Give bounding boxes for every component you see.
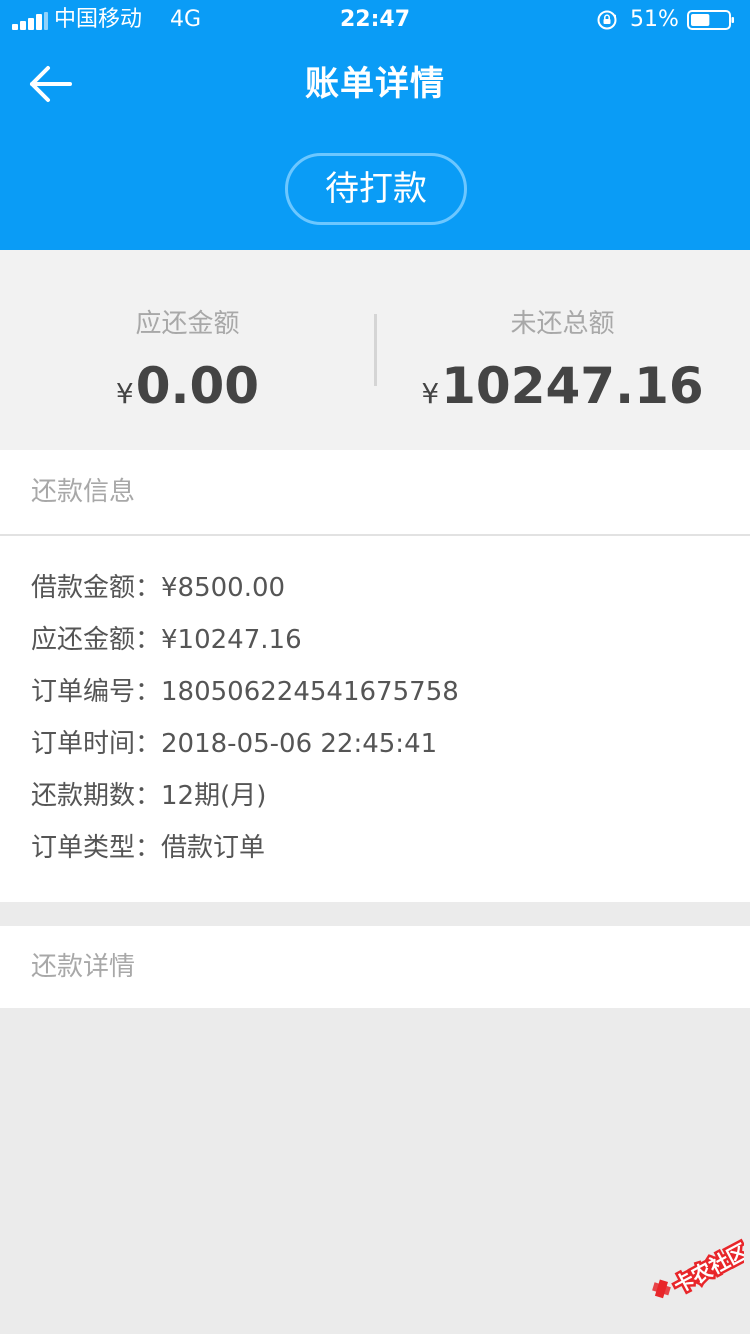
info-label: 借款金额： bbox=[31, 573, 162, 603]
battery-icon bbox=[687, 10, 734, 30]
amount-outstanding-number: 10247.16 bbox=[441, 357, 704, 415]
info-value: ¥8500.00 bbox=[161, 573, 286, 603]
info-row-order-time: 订单时间：2018-05-06 22:45:41 bbox=[31, 718, 721, 770]
amount-outstanding-value: ¥10247.16 bbox=[375, 354, 750, 430]
info-label: 订单类型： bbox=[31, 833, 162, 863]
section-title: 还款详情 bbox=[31, 952, 136, 982]
amount-due-label: 应还金额 bbox=[135, 309, 240, 339]
info-value: 12期(月) bbox=[161, 781, 267, 811]
watermark-logo: 卡农社区 bbox=[652, 1238, 744, 1300]
amount-due: 应还金额 ¥0.00 bbox=[0, 250, 375, 450]
repayment-info-header: 还款信息 bbox=[0, 450, 750, 536]
watermark-mark-icon bbox=[652, 1279, 671, 1299]
currency-symbol: ¥ bbox=[421, 377, 440, 410]
back-button[interactable] bbox=[22, 58, 82, 110]
nav-bar: 账单详情 bbox=[0, 40, 750, 128]
info-value: ¥10247.16 bbox=[161, 625, 302, 655]
info-row-installments: 还款期数：12期(月) bbox=[31, 770, 721, 822]
rotation-lock-icon bbox=[597, 10, 617, 30]
info-value: 180506224541675758 bbox=[161, 677, 459, 707]
amount-due-value: ¥0.00 bbox=[0, 354, 375, 430]
amount-outstanding-label: 未还总额 bbox=[510, 309, 615, 339]
arrow-left-icon bbox=[30, 66, 72, 102]
info-label: 订单时间： bbox=[31, 729, 162, 759]
info-label: 应还金额： bbox=[31, 625, 162, 655]
repayment-info-list: 借款金额：¥8500.00 应还金额：¥10247.16 订单编号：180506… bbox=[31, 562, 721, 874]
info-row-order-type: 订单类型：借款订单 bbox=[31, 822, 721, 874]
currency-symbol: ¥ bbox=[115, 377, 134, 410]
section-title: 还款信息 bbox=[31, 477, 136, 507]
header: 中国移动 4G 22:47 51% 账单详情 待打款 bbox=[0, 0, 750, 250]
battery-percentage: 51% bbox=[630, 7, 679, 32]
info-label: 还款期数： bbox=[31, 781, 162, 811]
info-label: 订单编号： bbox=[31, 677, 162, 707]
status-bar: 中国移动 4G 22:47 51% bbox=[0, 0, 750, 40]
info-value: 2018-05-06 22:45:41 bbox=[161, 729, 438, 759]
repayment-details-section[interactable]: 还款详情 bbox=[0, 926, 750, 1008]
status-badge: 待打款 bbox=[285, 153, 467, 225]
watermark-text: 卡农社区 bbox=[670, 1239, 744, 1298]
amount-due-number: 0.00 bbox=[135, 357, 260, 415]
info-row-order-number: 订单编号：180506224541675758 bbox=[31, 666, 721, 718]
info-row-loan-amount: 借款金额：¥8500.00 bbox=[31, 562, 721, 614]
info-row-amount-due: 应还金额：¥10247.16 bbox=[31, 614, 721, 666]
amount-summary: 应还金额 ¥0.00 未还总额 ¥10247.16 bbox=[0, 250, 750, 450]
amount-outstanding: 未还总额 ¥10247.16 bbox=[375, 250, 750, 450]
page-title: 账单详情 bbox=[305, 64, 445, 104]
repayment-info-card: 还款信息 借款金额：¥8500.00 应还金额：¥10247.16 订单编号：1… bbox=[0, 450, 750, 902]
info-value: 借款订单 bbox=[161, 833, 266, 863]
